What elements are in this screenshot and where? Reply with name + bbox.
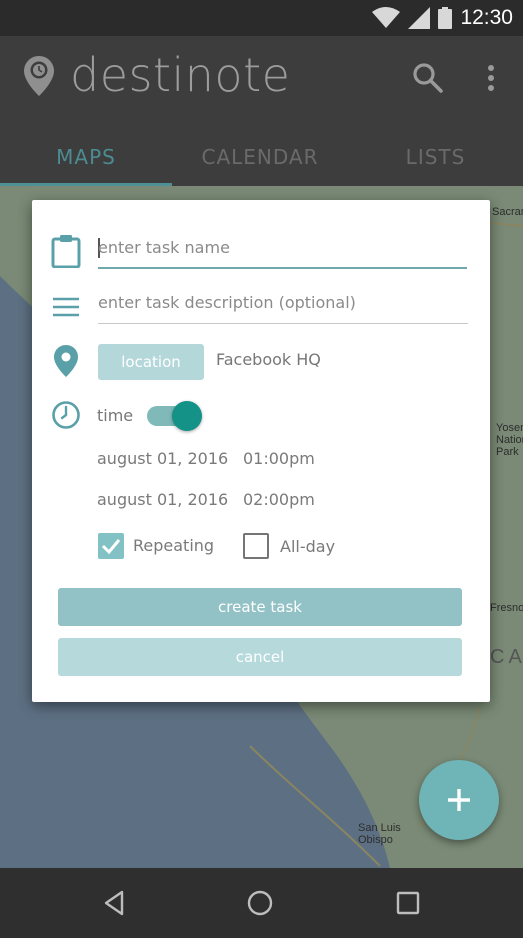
add-fab-button[interactable]: [419, 760, 499, 840]
task-description-input[interactable]: enter task description (optional): [98, 293, 356, 312]
battery-icon: [438, 7, 453, 29]
location-button[interactable]: location: [98, 344, 204, 380]
menu-lines-icon: [53, 297, 79, 317]
home-circle-icon[interactable]: [245, 888, 275, 918]
time-label: time: [97, 406, 134, 425]
location-pin-icon: [54, 345, 78, 377]
map-label-san-luis-obispo: San Luis Obispo: [358, 822, 401, 846]
end-time[interactable]: 02:00pm: [243, 490, 315, 509]
search-icon[interactable]: [410, 60, 446, 96]
app-title: destinote: [70, 48, 291, 102]
app-bar: destinote MAPS CALENDAR LISTS: [0, 36, 523, 186]
create-task-button[interactable]: create task: [58, 588, 462, 626]
time-toggle-knob[interactable]: [172, 401, 202, 431]
tab-bar: MAPS CALENDAR LISTS: [0, 128, 523, 186]
map-label-california: CALIFORNIA: [490, 646, 523, 668]
tab-lists[interactable]: LISTS: [348, 128, 523, 186]
cancel-button[interactable]: cancel: [58, 638, 462, 676]
tab-maps[interactable]: MAPS: [0, 128, 172, 186]
status-bar: 12:30: [0, 0, 523, 36]
task-description-underline: [98, 323, 468, 324]
create-task-dialog: enter task name enter task description (…: [32, 200, 490, 702]
repeating-label: Repeating: [133, 536, 215, 555]
end-date[interactable]: august 01, 2016: [97, 490, 228, 509]
location-pin-logo-icon: [24, 56, 54, 96]
cell-signal-icon: [408, 7, 431, 29]
tab-calendar[interactable]: CALENDAR: [172, 128, 348, 186]
back-triangle-icon[interactable]: [100, 888, 130, 918]
location-value: Facebook HQ: [216, 350, 321, 369]
checkmark-icon: [101, 539, 121, 555]
more-vert-icon[interactable]: [480, 60, 502, 96]
task-name-underline: [98, 267, 467, 269]
clock-icon: [52, 401, 80, 429]
recents-square-icon[interactable]: [393, 888, 423, 918]
navigation-bar: [0, 868, 523, 938]
task-name-input[interactable]: enter task name: [98, 238, 230, 257]
all-day-checkbox[interactable]: [243, 533, 269, 559]
repeating-checkbox[interactable]: [98, 533, 124, 559]
status-icons: 12:30: [372, 4, 513, 32]
start-time[interactable]: 01:00pm: [243, 449, 315, 468]
start-date[interactable]: august 01, 2016: [97, 449, 228, 468]
plus-icon: [448, 789, 470, 811]
all-day-label: All-day: [280, 537, 336, 556]
status-time: 12:30: [460, 6, 513, 29]
map-label-sacramento: Sacramento: [492, 206, 523, 218]
map-label-yosemite: Yosemite National Park: [496, 422, 523, 458]
wifi-icon: [372, 7, 401, 28]
map-label-fresno: Fresno: [490, 602, 523, 614]
clipboard-icon: [51, 235, 81, 268]
